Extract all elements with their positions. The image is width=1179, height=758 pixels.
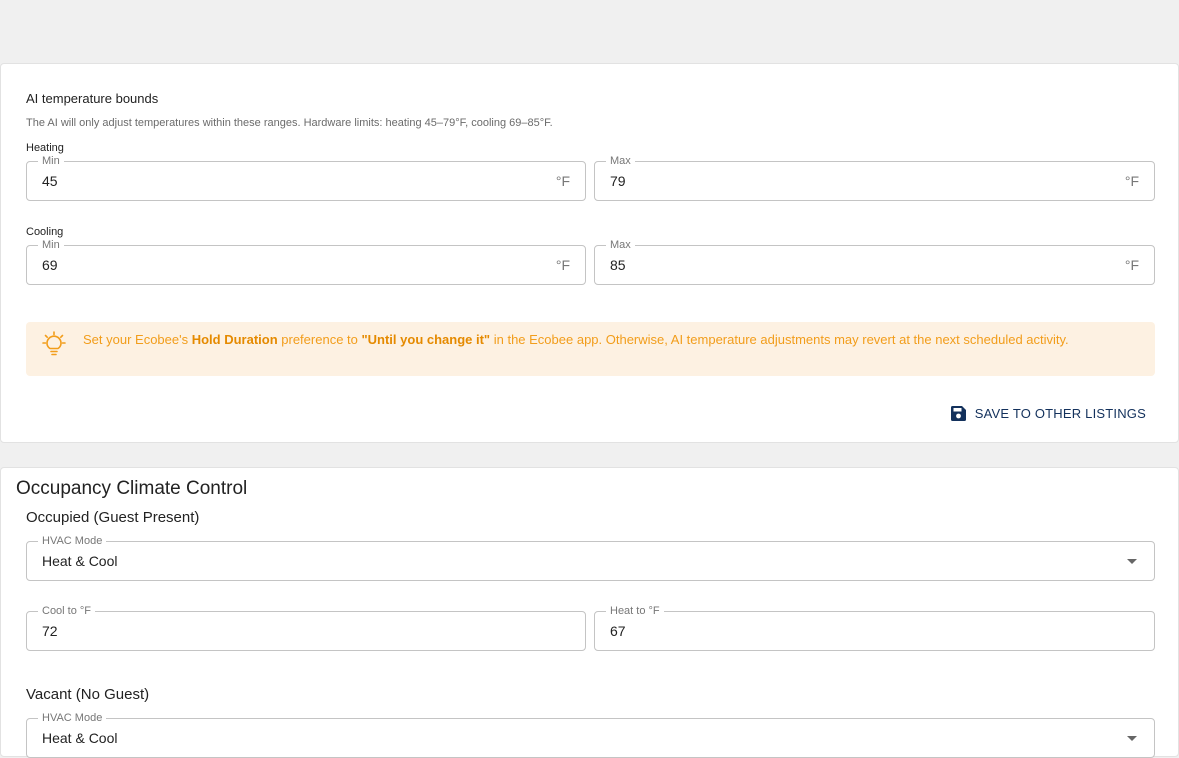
heating-max-field[interactable]: Max 79 °F [594, 155, 1155, 201]
heat-to-value: 67 [610, 623, 626, 639]
heat-to-field[interactable]: Heat to °F 67 [594, 605, 1155, 651]
heat-to-legend: Heat to °F [606, 605, 664, 617]
cool-to-legend: Cool to °F [38, 605, 96, 617]
occupancy-title: Occupancy Climate Control [16, 478, 248, 499]
save-icon [950, 406, 966, 421]
cooling-max-value: 85 [610, 257, 626, 273]
alert-text-2: preference to [277, 332, 362, 347]
cooling-label: Cooling [26, 226, 64, 238]
hold-duration-alert: Set your Ecobee's Hold Duration preferen… [26, 322, 1155, 376]
cooling-min-unit: °F [555, 257, 570, 273]
heating-label: Heating [26, 142, 64, 154]
ai-bounds-description: The AI will only adjust temperatures wit… [26, 117, 553, 129]
vacant-hvac-value: Heat & Cool [42, 730, 118, 746]
occupied-heading: Occupied (Guest Present) [26, 509, 200, 526]
save-button-label: SAVE TO OTHER LISTINGS [974, 406, 1146, 421]
cooling-max-legend: Max [606, 239, 635, 251]
heating-max-legend: Max [606, 155, 635, 167]
chevron-down-icon[interactable] [1127, 559, 1137, 564]
cool-to-field[interactable]: Cool to °F 72 [26, 605, 586, 651]
heating-min-legend: Min [38, 155, 64, 167]
cool-to-value: 72 [42, 623, 58, 639]
lightbulb-icon [42, 331, 66, 362]
vacant-heading: Vacant (No Guest) [26, 686, 150, 703]
alert-bold-until-change: "Until you change it" [361, 332, 491, 347]
cooling-max-unit: °F [1124, 257, 1139, 273]
alert-text-3: in the Ecobee app. Otherwise, AI tempera… [490, 332, 1069, 347]
occupied-hvac-legend: HVAC Mode [38, 535, 107, 547]
occupancy-card: Occupancy Climate Control Occupied (Gues… [0, 467, 1179, 758]
hold-duration-message: Set your Ecobee's Hold Duration preferen… [83, 331, 1115, 349]
heating-max-unit: °F [1124, 173, 1139, 189]
occupied-hvac-mode-select[interactable]: HVAC Mode Heat & Cool [26, 535, 1155, 581]
cooling-max-field[interactable]: Max 85 °F [594, 239, 1155, 285]
ai-bounds-card: AI temperature bounds The AI will only a… [0, 63, 1179, 443]
vacant-hvac-mode-select[interactable]: HVAC Mode Heat & Cool [26, 712, 1155, 758]
save-to-other-listings-button[interactable]: SAVE TO OTHER LISTINGS [950, 406, 1146, 421]
cooling-min-legend: Min [38, 239, 64, 251]
vacant-hvac-legend: HVAC Mode [38, 712, 107, 724]
alert-bold-hold-duration: Hold Duration [191, 332, 278, 347]
heating-min-unit: °F [555, 173, 570, 189]
heating-min-field[interactable]: Min 45 °F [26, 155, 586, 201]
heating-min-value: 45 [42, 173, 58, 189]
ai-bounds-title: AI temperature bounds [26, 91, 159, 106]
alert-text-1: Set your Ecobee's [83, 332, 192, 347]
cooling-min-field[interactable]: Min 69 °F [26, 239, 586, 285]
cooling-min-value: 69 [42, 257, 58, 273]
occupied-hvac-value: Heat & Cool [42, 553, 118, 569]
heating-max-value: 79 [610, 173, 626, 189]
